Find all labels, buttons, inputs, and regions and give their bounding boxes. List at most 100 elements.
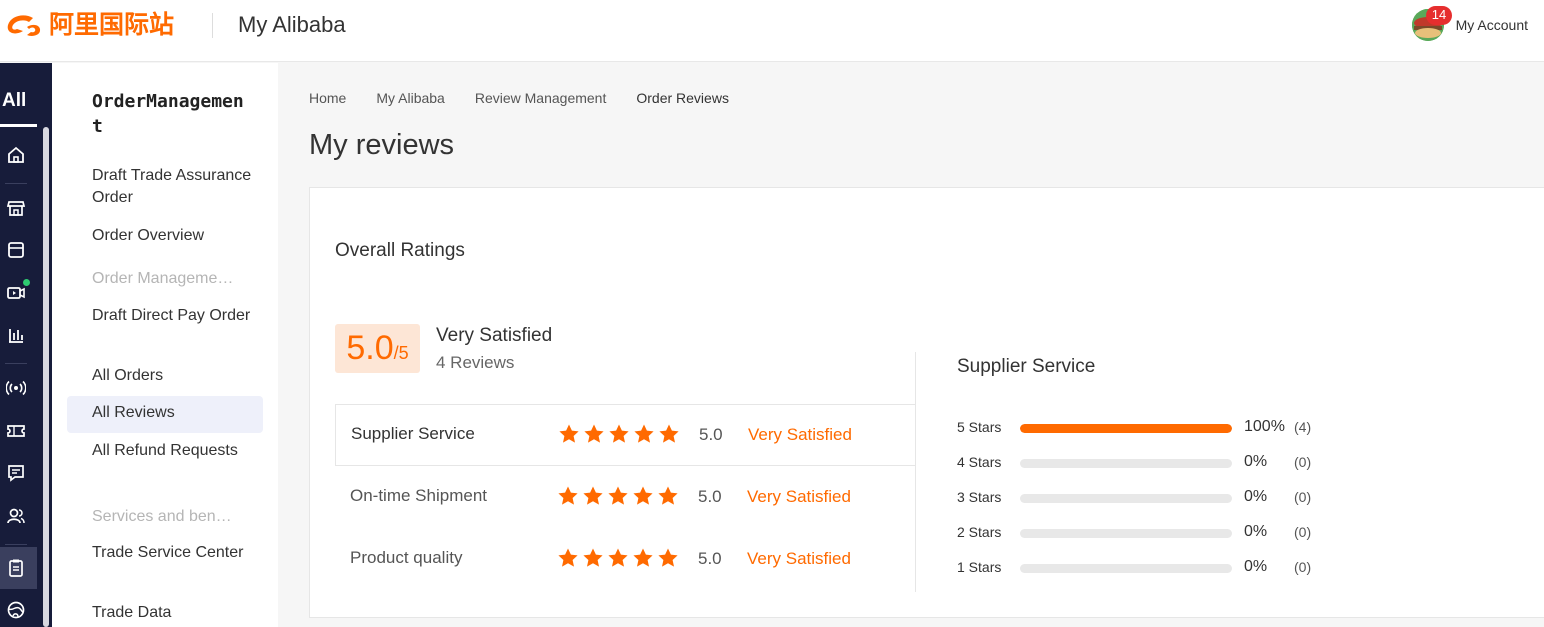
- rating-text: Very Satisfied: [748, 425, 852, 444]
- breadcrumb: Home My Alibaba Review Management Order …: [309, 90, 759, 106]
- star-icon: [633, 486, 653, 505]
- star-icon: [584, 424, 604, 443]
- alibaba-logo[interactable]: 阿里国际站: [3, 9, 174, 41]
- sidebar-item-trade-data[interactable]: Trade Data: [92, 602, 252, 624]
- rail-separator: [5, 183, 27, 184]
- sidebar-item-all-orders[interactable]: All Orders: [92, 365, 252, 387]
- overall-score-badge: 5.0 /5: [335, 324, 420, 373]
- account-label[interactable]: My Account: [1456, 17, 1528, 33]
- video-icon[interactable]: [5, 282, 27, 304]
- top-header: 阿里国际站 My Alibaba 14 My Account: [0, 0, 1544, 62]
- distribution-row: 3 Stars 0% (0): [957, 487, 1357, 507]
- icon-rail: All: [0, 63, 52, 627]
- distribution-row: 1 Stars 0% (0): [957, 557, 1357, 577]
- logo-text: 阿里国际站: [49, 10, 175, 39]
- breadcrumb-review-management[interactable]: Review Management: [475, 90, 607, 106]
- rating-value: 5.0: [698, 487, 722, 506]
- clipboard-icon[interactable]: [5, 557, 27, 579]
- sidebar-item-all-refund-requests[interactable]: All Refund Requests: [92, 440, 252, 462]
- star-rating: [557, 547, 682, 569]
- distribution-percent: 0%: [1244, 453, 1268, 470]
- distribution-label: 4 Stars: [957, 454, 1002, 470]
- users-icon[interactable]: [5, 505, 27, 527]
- sidebar-item-trade-service-center[interactable]: Trade Service Center: [92, 542, 252, 564]
- order-management-sidebar: OrderManagement Draft Trade Assurance Or…: [52, 63, 278, 627]
- star-icon: [658, 486, 678, 505]
- distribution-bar-fill: [1020, 424, 1232, 433]
- star-icon: [633, 548, 653, 567]
- distribution-count: (0): [1294, 454, 1312, 470]
- message-icon[interactable]: [5, 462, 27, 484]
- distribution-bar-track: [1020, 529, 1232, 538]
- header-divider: [212, 13, 213, 38]
- overall-satisfaction: Very Satisfied: [436, 325, 553, 346]
- rating-value: 5.0: [698, 549, 722, 568]
- rating-label: Product quality: [350, 548, 463, 567]
- card-divider: [915, 352, 916, 592]
- distribution-title: Supplier Service: [957, 356, 1096, 377]
- rail-scrollbar-thumb[interactable]: [43, 127, 49, 627]
- rating-row-product-quality[interactable]: Product quality 5.0 Very Satisfied: [335, 529, 916, 591]
- distribution-percent: 0%: [1244, 488, 1268, 505]
- rail-separator: [5, 363, 27, 364]
- alibaba-logo-mark-icon: [7, 15, 41, 36]
- distribution-count: (0): [1294, 559, 1312, 575]
- sidebar-section-services-and-benefits: Services and benefits: [92, 508, 240, 525]
- star-icon: [608, 486, 628, 505]
- rail-separator: [5, 544, 27, 545]
- sidebar-item-order-overview[interactable]: Order Overview: [92, 225, 252, 247]
- rating-value: 5.0: [699, 425, 723, 444]
- chart-icon[interactable]: [5, 324, 27, 346]
- sidebar-item-draft-direct-pay-order[interactable]: Draft Direct Pay Order: [92, 305, 252, 327]
- distribution-label: 2 Stars: [957, 524, 1002, 540]
- breadcrumb-my-alibaba[interactable]: My Alibaba: [376, 90, 444, 106]
- star-icon: [558, 548, 578, 567]
- store-icon[interactable]: [5, 197, 27, 219]
- distribution-bar-track: [1020, 424, 1232, 433]
- distribution-count: (4): [1294, 419, 1312, 435]
- star-icon: [558, 486, 578, 505]
- review-count: 4 Reviews: [436, 353, 515, 372]
- box-icon[interactable]: [5, 239, 27, 261]
- distribution-label: 1 Stars: [957, 559, 1002, 575]
- distribution-count: (0): [1294, 524, 1312, 540]
- sidebar-section-order-management: Order Management Tools: [92, 270, 240, 287]
- distribution-label: 5 Stars: [957, 419, 1002, 435]
- star-icon: [559, 424, 579, 443]
- main-content: Home My Alibaba Review Management Order …: [278, 63, 1544, 627]
- rail-all-tab[interactable]: All: [2, 90, 26, 112]
- notification-badge[interactable]: 14: [1426, 6, 1452, 25]
- star-icon: [583, 486, 603, 505]
- sidebar-title: OrderManagement: [92, 91, 244, 137]
- rating-text: Very Satisfied: [747, 549, 851, 568]
- star-icon: [608, 548, 628, 567]
- star-icon: [583, 548, 603, 567]
- page-title: My reviews: [309, 129, 455, 161]
- rail-scrollbar[interactable]: [43, 127, 49, 627]
- broadcast-icon[interactable]: [5, 377, 27, 399]
- rating-text: Very Satisfied: [747, 487, 851, 506]
- globe-icon[interactable]: [5, 599, 27, 621]
- distribution-percent: 0%: [1244, 523, 1268, 540]
- sidebar-item-all-reviews[interactable]: All Reviews: [92, 402, 252, 424]
- overall-score: 5.0: [346, 329, 394, 367]
- home-icon[interactable]: [5, 144, 27, 166]
- sidebar-item-draft-trade-assurance-order[interactable]: Draft Trade Assurance Order: [92, 165, 252, 209]
- distribution-bar-track: [1020, 564, 1232, 573]
- star-icon: [659, 424, 679, 443]
- distribution-row: 5 Stars 100% (4): [957, 417, 1357, 437]
- star-rating: [558, 423, 683, 445]
- rating-row-supplier-service[interactable]: Supplier Service 5.0 Very Satisfied: [335, 404, 916, 466]
- breadcrumb-home[interactable]: Home: [309, 90, 346, 106]
- rating-label: On-time Shipment: [350, 486, 487, 505]
- ticket-icon[interactable]: [5, 420, 27, 442]
- ratings-card: Overall Ratings 5.0 /5 Very Satisfied 4 …: [309, 187, 1544, 618]
- star-icon: [609, 424, 629, 443]
- star-rating: [557, 485, 682, 507]
- app-title: My Alibaba: [238, 12, 346, 37]
- rating-row-on-time-shipment[interactable]: On-time Shipment 5.0 Very Satisfied: [335, 467, 916, 529]
- distribution-label: 3 Stars: [957, 489, 1002, 505]
- overall-score-denominator: /5: [393, 343, 409, 363]
- distribution-bar-track: [1020, 459, 1232, 468]
- distribution-row: 2 Stars 0% (0): [957, 522, 1357, 542]
